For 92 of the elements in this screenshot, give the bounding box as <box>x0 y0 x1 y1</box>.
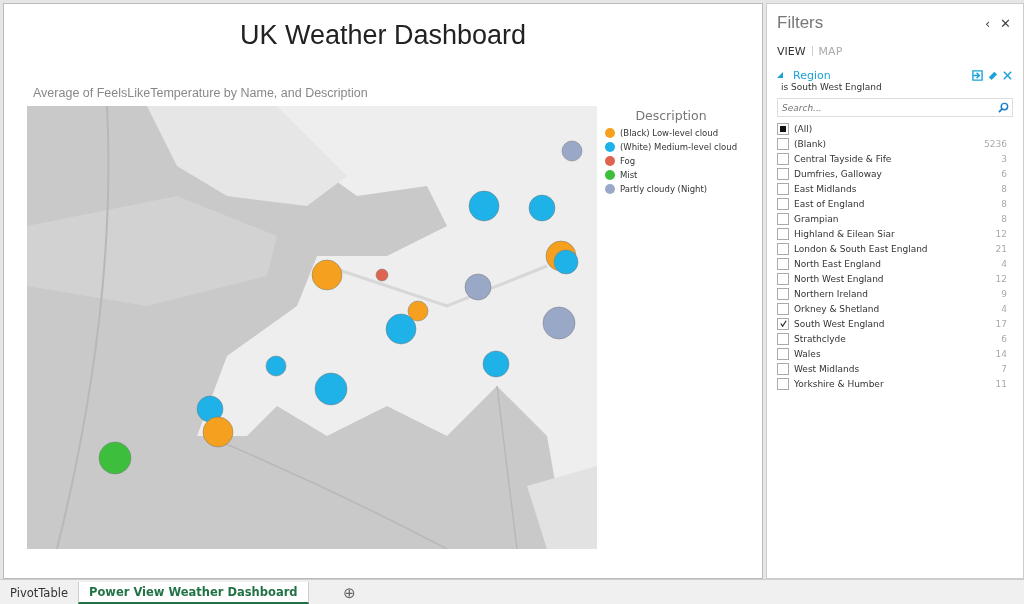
map-bubble[interactable] <box>553 249 579 275</box>
checkbox[interactable] <box>777 212 789 225</box>
map-bubble[interactable] <box>196 395 224 423</box>
checkbox[interactable] <box>777 347 789 360</box>
map-bubble[interactable] <box>311 259 343 291</box>
checkbox[interactable] <box>777 272 789 285</box>
item-count: 9 <box>1001 288 1008 299</box>
region-label: Strathclyde <box>794 333 846 344</box>
checkbox[interactable] <box>777 182 789 195</box>
collapse-button[interactable]: ‹ <box>982 15 993 31</box>
item-count: 4 <box>1001 258 1008 269</box>
filter-summary: is South West England <box>780 82 883 92</box>
map-bubble[interactable] <box>314 372 348 406</box>
region-label: Orkney & Shetland <box>794 303 880 314</box>
legend-title: Description <box>634 108 708 123</box>
map-bubble[interactable] <box>375 268 389 282</box>
checkbox[interactable] <box>777 137 789 150</box>
item-count: 5236 <box>984 138 1008 149</box>
close-button[interactable]: ✕ <box>998 15 1013 31</box>
legend-label: (Black) Low-level cloud <box>620 128 719 138</box>
item-count: 21 <box>995 243 1008 254</box>
map-bubble[interactable] <box>528 194 556 222</box>
checkbox[interactable] <box>777 167 789 180</box>
checkbox[interactable] <box>777 332 789 345</box>
map-bubble[interactable] <box>482 350 510 378</box>
region-label: North West England <box>794 273 884 284</box>
item-count: 4 <box>1001 303 1008 314</box>
map-bubble[interactable] <box>98 441 132 475</box>
item-count: 8 <box>1001 198 1008 209</box>
region-label: Northern Ireland <box>794 288 868 299</box>
advanced-mode-icon[interactable] <box>972 69 983 81</box>
map-bubble[interactable] <box>407 300 429 322</box>
map-bubble[interactable] <box>468 190 500 222</box>
item-count: 7 <box>1001 363 1008 374</box>
region-label: East Midlands <box>794 183 857 194</box>
region-label: Yorkshire & Humber <box>794 378 884 389</box>
field-name: Region <box>793 68 831 82</box>
region-label: (Blank) <box>794 138 827 149</box>
region-label: South West England <box>794 318 885 329</box>
checkbox[interactable] <box>777 257 789 270</box>
region-label: London & South East England <box>794 243 928 254</box>
sheet-tab[interactable]: PivotTable <box>0 582 78 604</box>
region-label: West Midlands <box>794 363 860 374</box>
checkbox[interactable] <box>777 302 789 315</box>
search-icon[interactable] <box>998 102 1009 113</box>
checkbox[interactable] <box>777 362 789 375</box>
filter-tab[interactable]: VIEW <box>777 44 806 58</box>
region-label: East of England <box>794 198 865 209</box>
item-count: 8 <box>1001 213 1008 224</box>
checkbox[interactable] <box>777 122 789 135</box>
checkbox[interactable] <box>777 227 789 240</box>
chart-title: Average of FeelsLikeTemperature by Name, and Description <box>32 85 369 102</box>
item-count: 11 <box>995 378 1008 389</box>
map-bubble[interactable] <box>542 306 576 340</box>
checkbox[interactable] <box>777 287 789 300</box>
checkbox[interactable] <box>777 317 789 330</box>
sheet-tab[interactable]: Power View Weather Dashboard <box>77 582 309 604</box>
map-bubble[interactable] <box>464 273 492 301</box>
checkbox[interactable] <box>777 242 789 255</box>
item-count: 17 <box>995 318 1008 329</box>
legend-label: (White) Medium-level cloud <box>620 142 738 152</box>
item-count: 6 <box>1001 168 1008 179</box>
item-count: 12 <box>995 273 1008 284</box>
region-label: North East England <box>794 258 881 269</box>
dashboard-title: UK Weather Dashboard <box>238 19 528 52</box>
eraser-icon[interactable] <box>987 69 998 81</box>
region-label: Central Tayside & Fife <box>794 153 892 164</box>
legend-label: Partly cloudy (Night) <box>620 184 708 194</box>
search-field[interactable]: Search... <box>777 98 1013 117</box>
item-count: 3 <box>1001 153 1008 164</box>
item-count: 8 <box>1001 183 1008 194</box>
expand-icon[interactable] <box>777 72 783 78</box>
pane-title: Filters <box>777 13 824 33</box>
map-bubble[interactable] <box>265 355 287 377</box>
region-label: Highland & Eilean Siar <box>794 228 895 239</box>
new-sheet-button[interactable]: ⊕ <box>338 582 360 604</box>
item-count: 12 <box>995 228 1008 239</box>
checkbox[interactable] <box>777 377 789 390</box>
item-count: 14 <box>995 348 1008 359</box>
close-icon[interactable] <box>1002 69 1013 81</box>
map-bubble[interactable] <box>202 416 234 448</box>
map-bubble[interactable] <box>385 313 417 345</box>
region-label: (All) <box>794 123 813 134</box>
region-label: Grampian <box>794 213 839 224</box>
map-bubble[interactable] <box>561 140 583 162</box>
legend-label: Fog <box>620 156 636 166</box>
region-label: Dumfries, Galloway <box>794 168 882 179</box>
region-label: Wales <box>794 348 821 359</box>
checkbox[interactable] <box>777 197 789 210</box>
legend-label: Mist <box>620 170 638 180</box>
checkbox[interactable] <box>777 152 789 165</box>
item-count: 6 <box>1001 333 1008 344</box>
